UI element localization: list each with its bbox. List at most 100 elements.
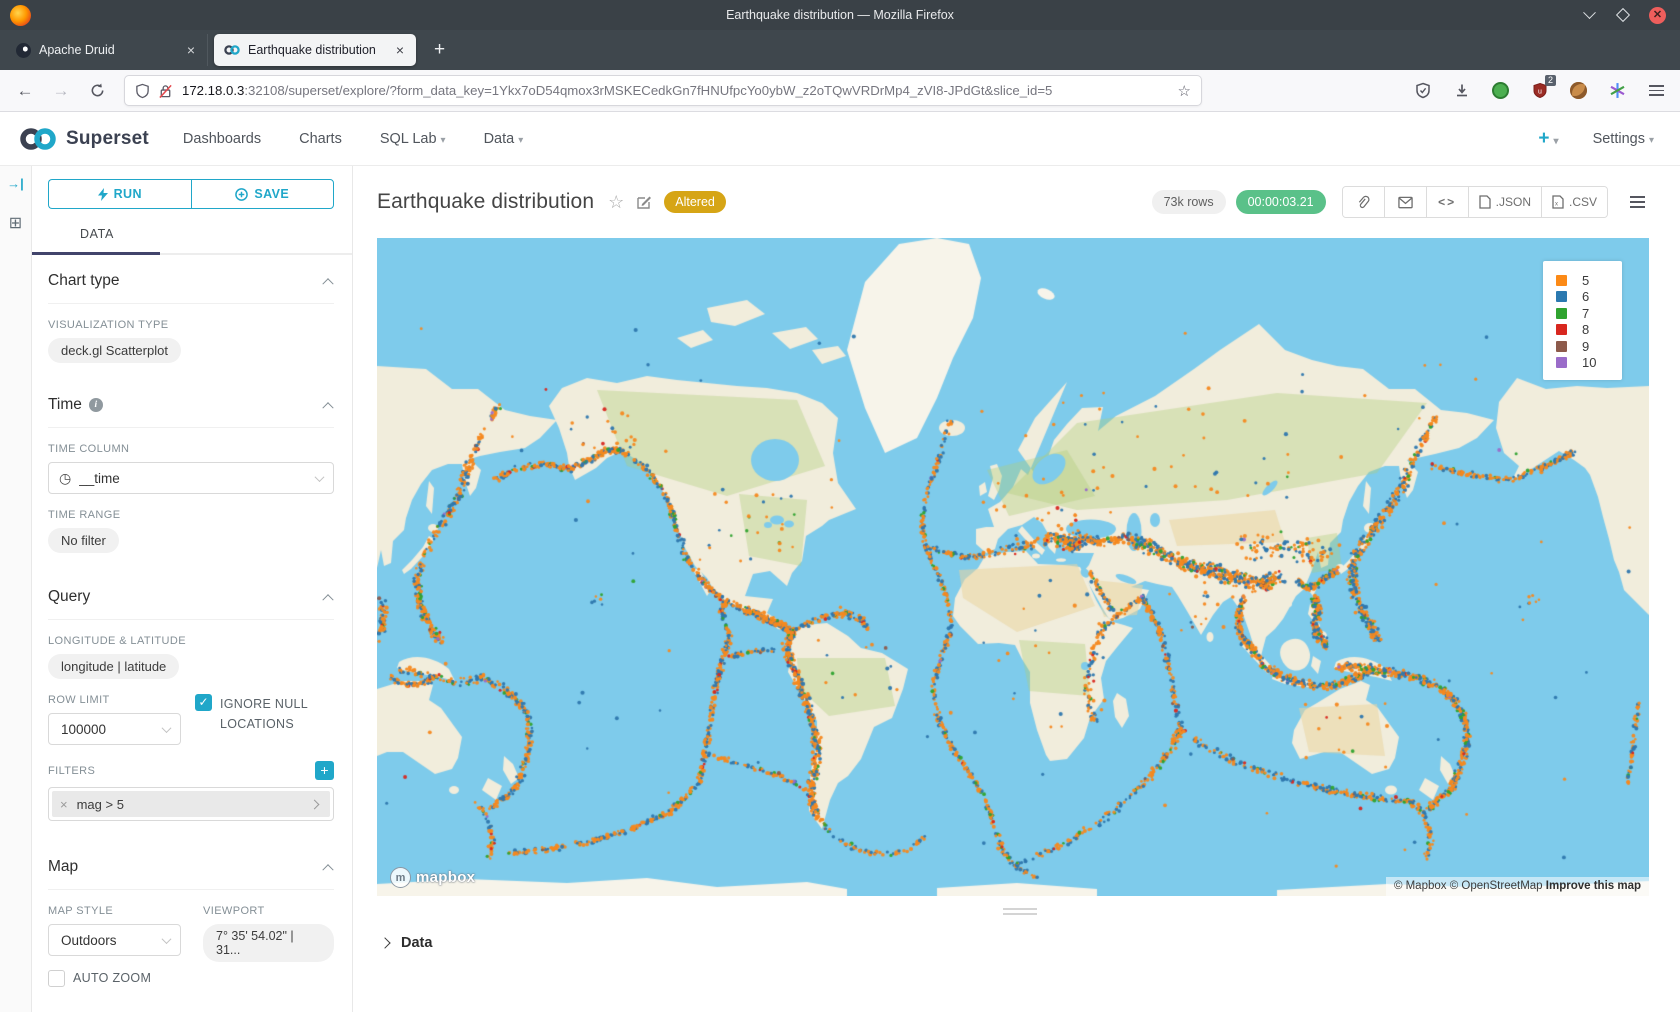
back-icon[interactable]: ← [12,81,38,101]
new-chart-plus-button[interactable]: +▾ [1538,128,1558,150]
edit-properties-icon[interactable] [636,194,652,210]
favorite-star-icon[interactable]: ☆ [608,192,624,213]
ignore-null-checkbox-row[interactable]: ✓ IGNORE NULLLOCATIONS [195,694,334,734]
section-query[interactable]: Query [48,571,334,620]
export-json-button[interactable]: .JSON [1469,187,1542,217]
section-time[interactable]: Timei [48,379,334,428]
resize-drag-handle[interactable] [1003,908,1037,915]
tab-apache-druid[interactable]: Apache Druid × [6,34,208,66]
section-chart-type[interactable]: Chart type [48,255,334,304]
mapbox-logo[interactable]: m mapbox [390,867,475,888]
time-range-value[interactable]: No filter [48,528,119,553]
datasource-grid-icon[interactable]: ⊞ [9,213,22,233]
close-window-icon[interactable]: ✕ [1649,7,1666,24]
legend-item[interactable]: 7 [1556,305,1622,322]
query-timer-badge: 00:00:03.21 [1236,190,1326,214]
data-results-collapse[interactable]: Data [377,925,1680,951]
protections-shield-icon[interactable] [1413,81,1432,100]
filters-label: FILTERS [48,765,95,777]
permissions-shield-icon[interactable] [135,83,150,99]
chevron-right-icon[interactable] [310,799,320,809]
menu-hamburger-icon[interactable] [1647,81,1666,100]
legend-item[interactable]: 10 [1556,355,1622,372]
cookie-icon[interactable] [1569,81,1588,100]
section-title: Timei [48,396,103,414]
legend-swatch [1556,341,1567,352]
control-panel: RUN SAVE DATA Chart type VISUALIZATION T… [32,166,353,1012]
world-map-canvas[interactable] [377,238,1649,896]
nav-item-sql-lab[interactable]: SQL Lab▾ [380,131,446,147]
improve-map-link[interactable]: Improve this map [1546,880,1641,892]
add-filter-button[interactable]: + [315,761,334,780]
legend-swatch [1556,357,1567,368]
extension-green-icon[interactable] [1491,81,1510,100]
legend-item[interactable]: 5 [1556,272,1622,289]
settings-menu[interactable]: Settings▾ [1593,131,1654,147]
checkbox-unchecked[interactable] [48,970,65,987]
time-column-select[interactable]: ◷ __time [48,462,334,494]
email-button[interactable] [1385,187,1427,217]
extension-pinwheel-icon[interactable] [1608,81,1627,100]
insecure-lock-icon[interactable] [158,83,173,99]
run-button[interactable]: RUN [48,179,191,209]
tab-label: Earthquake distribution [248,43,392,57]
lonlat-value[interactable]: longitude | latitude [48,654,179,679]
superset-navbar: Superset Dashboards Charts SQL Lab▾ Data… [0,112,1680,166]
section-point-size[interactable]: Point Size [48,1002,334,1012]
row-limit-select[interactable]: 100000 [48,713,181,745]
export-csv-button[interactable]: x .CSV [1542,187,1607,217]
map-attribution: © Mapbox © OpenStreetMap Improve this ma… [1386,877,1649,896]
viewport-value[interactable]: 7° 35' 54.02" | 31... [203,924,334,962]
chart-menu-icon[interactable] [1622,187,1652,217]
ublock-shield-icon[interactable]: u 2 [1530,81,1549,100]
url-path: :32108/superset/explore/?form_data_key=1… [244,83,1052,98]
tab-data[interactable]: DATA [80,227,114,253]
reload-icon[interactable] [84,83,110,98]
legend-item[interactable]: 8 [1556,322,1622,339]
maximize-icon[interactable] [1615,7,1631,23]
window-titlebar: Earthquake distribution — Mozilla Firefo… [0,0,1680,30]
chevron-down-icon: ▾ [518,135,523,146]
downloads-icon[interactable] [1452,81,1471,100]
filter-expression: mag > 5 [77,797,311,812]
viz-type-value[interactable]: deck.gl Scatterplot [48,338,181,363]
tab-bar: Apache Druid × Earthquake distribution ×… [0,30,1680,70]
deckgl-scatter-map[interactable]: 5 6 7 8 9 10 m mapbox © Mapbox © OpenStr… [377,238,1649,896]
legend-item[interactable]: 6 [1556,289,1622,306]
filters-box: × mag > 5 [48,787,334,821]
chevron-up-icon [322,594,333,605]
legend-item[interactable]: 9 [1556,338,1622,355]
section-map[interactable]: Map [48,841,334,890]
tab-close-icon[interactable]: × [183,42,199,58]
url-bar[interactable]: 172.18.0.3:32108/superset/explore/?form_… [124,75,1202,106]
url-text[interactable]: 172.18.0.3:32108/superset/explore/?form_… [182,83,1170,98]
tab-close-icon[interactable]: × [392,42,408,58]
embed-code-button[interactable]: <> [1427,187,1469,217]
save-plus-icon [235,188,248,201]
collapse-panel-icon[interactable]: →| [7,176,24,191]
checkbox-checked-icon[interactable]: ✓ [195,694,212,711]
bookmark-star-icon[interactable]: ☆ [1170,82,1191,100]
nav-item-charts[interactable]: Charts [299,131,342,147]
section-title: Chart type [48,272,120,290]
druid-favicon [16,43,31,58]
tab-earthquake-distribution[interactable]: Earthquake distribution × [214,34,416,66]
forward-icon[interactable]: → [48,81,74,101]
filter-chip[interactable]: × mag > 5 [52,791,330,817]
active-tab-indicator [32,252,160,255]
auto-zoom-row[interactable]: AUTO ZOOM [48,968,181,988]
attribution-text[interactable]: © Mapbox © OpenStreetMap [1394,880,1543,892]
time-range-label: TIME RANGE [48,509,334,521]
nav-item-dashboards[interactable]: Dashboards [183,131,261,147]
map-style-select[interactable]: Outdoors [48,924,181,956]
section-title: Query [48,588,90,606]
remove-filter-icon[interactable]: × [60,797,68,812]
minimize-icon[interactable] [1581,7,1597,23]
chevron-up-icon [322,402,333,413]
new-tab-button[interactable]: + [422,39,457,61]
save-button[interactable]: SAVE [191,179,335,209]
legend-swatch [1556,275,1567,286]
superset-logo[interactable]: Superset [18,126,149,152]
cache-link-button[interactable] [1343,187,1385,217]
nav-item-data[interactable]: Data▾ [484,131,524,147]
